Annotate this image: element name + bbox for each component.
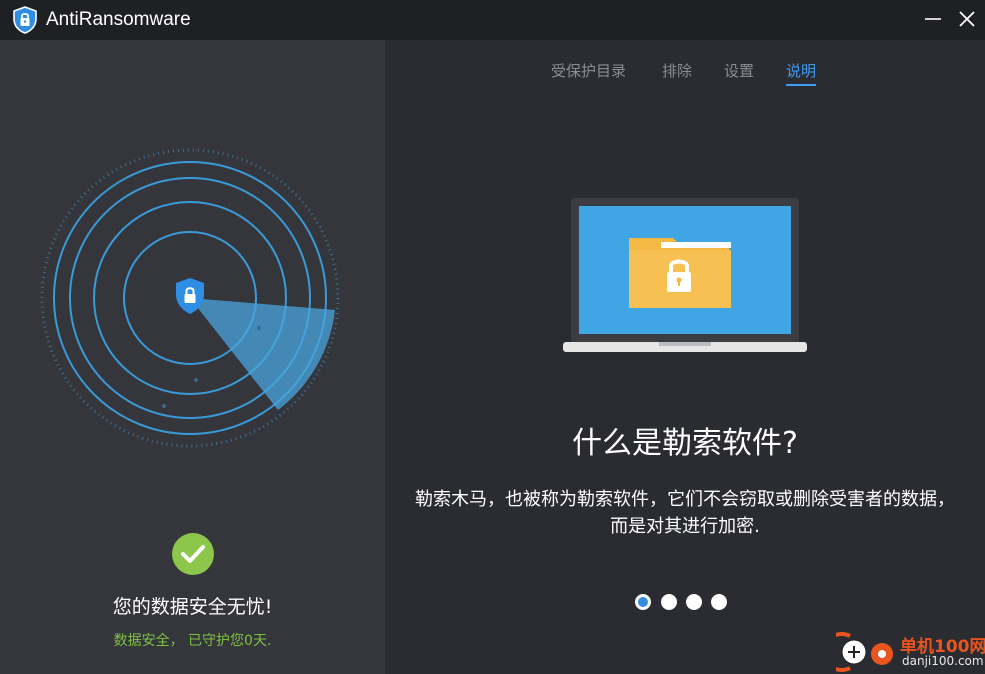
- carousel-pager: [635, 594, 735, 610]
- close-icon[interactable]: [956, 8, 978, 30]
- pager-dot-2[interactable]: [661, 594, 677, 610]
- tab-help[interactable]: 说明: [786, 60, 817, 86]
- status-subtitle: 数据安全， 已守护您0天.: [113, 633, 272, 649]
- status-title: 您的数据安全无忧!: [112, 596, 273, 618]
- tab-settings[interactable]: 设置: [724, 60, 754, 84]
- help-description: 勒索木马，也被称为勒索软件，它们不会窃取或删除受害者的数据，而是对其进行加密.: [415, 489, 955, 537]
- tab-exclusions[interactable]: 排除: [662, 60, 692, 84]
- watermark-text-en: danji100.com: [902, 654, 984, 668]
- minimize-icon[interactable]: [922, 8, 944, 30]
- help-heading: 什么是勒索软件?: [572, 426, 798, 461]
- pager-dot-1[interactable]: [635, 594, 651, 610]
- tab-bar: 受保护目录 排除 设置 说明: [385, 60, 985, 90]
- app-title: AntiRansomware: [46, 9, 191, 30]
- check-circle-icon: [172, 533, 214, 575]
- pager-dot-3[interactable]: [686, 594, 702, 610]
- shield-lock-icon: [13, 6, 37, 34]
- pager-dot-4[interactable]: [711, 594, 727, 610]
- tab-protected-folders[interactable]: 受保护目录: [551, 60, 626, 84]
- watermark-logo-icon: [836, 632, 893, 672]
- radar-scan-graphic: [40, 148, 340, 448]
- locked-folder-icon: [629, 238, 731, 308]
- status-panel: 您的数据安全无忧! 数据安全， 已守护您0天.: [0, 40, 385, 674]
- laptop-illustration: [563, 198, 807, 352]
- site-watermark: 单机100网 danji100.com: [836, 628, 985, 674]
- content-panel: 受保护目录 排除 设置 说明 什么是勒索软件? 勒索木马，也被称为勒索软件，它们…: [385, 40, 985, 674]
- title-bar: AntiRansomware: [0, 0, 985, 40]
